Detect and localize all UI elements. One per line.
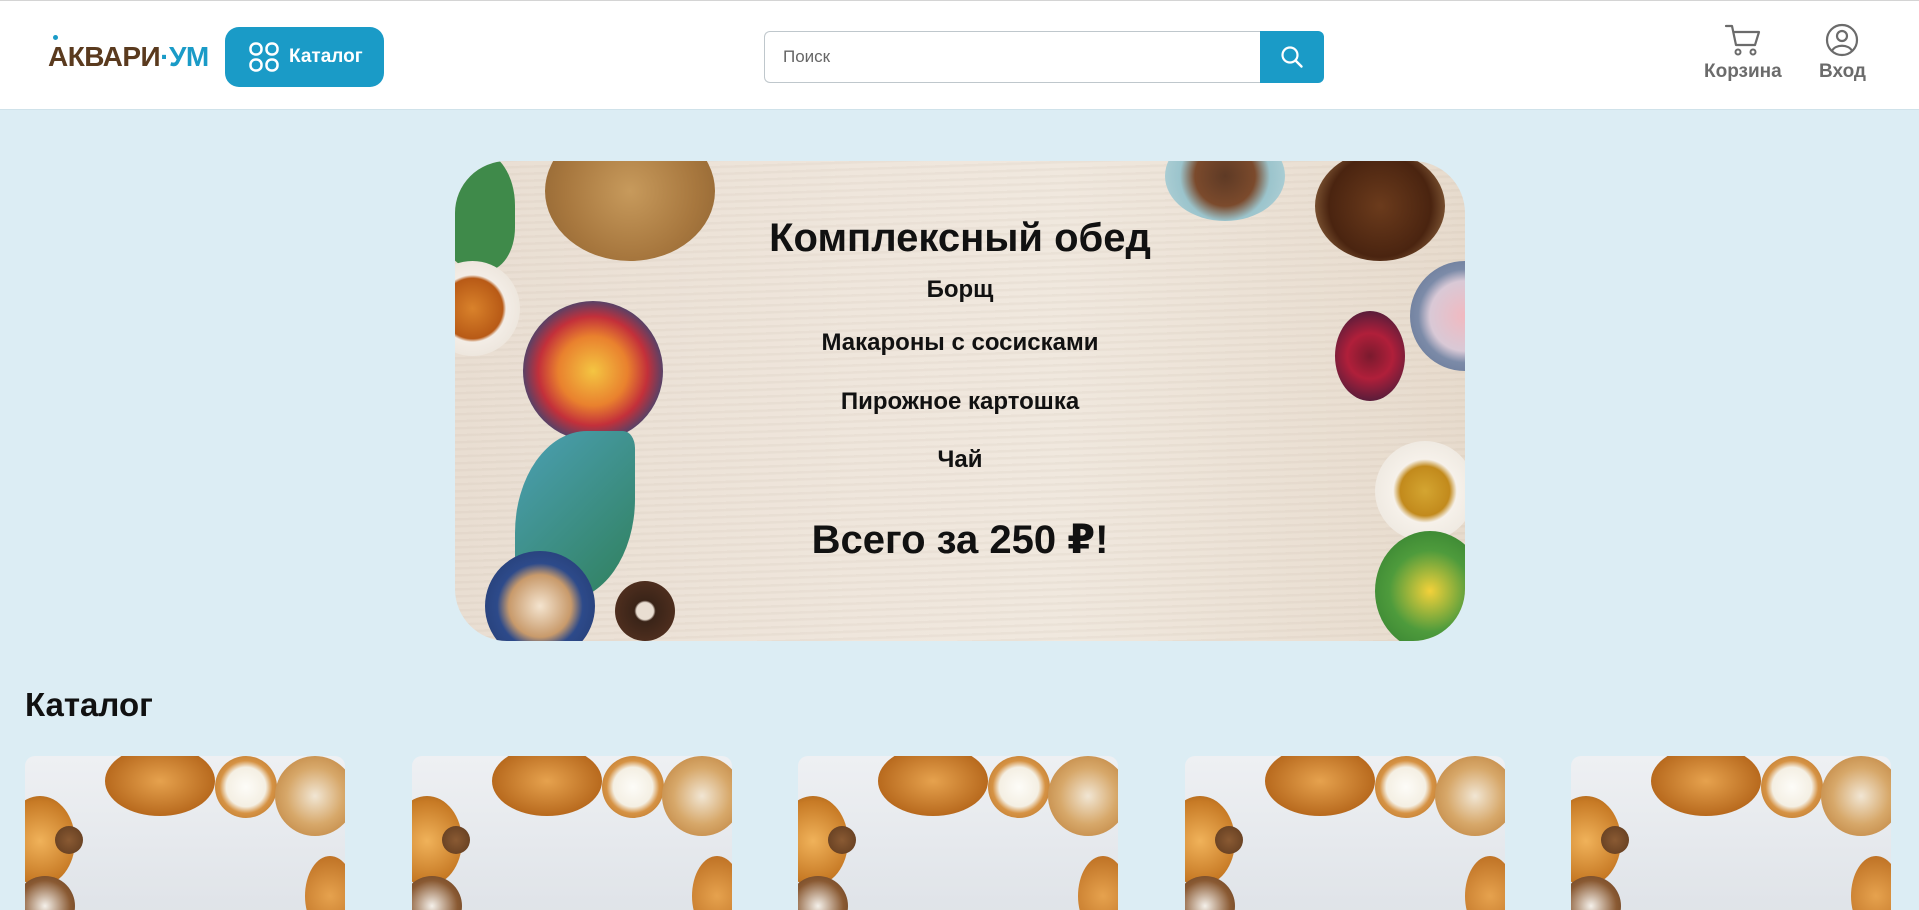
croissant-side-image [305, 856, 345, 910]
powdered-pastry-image [25, 876, 75, 910]
user-icon [1826, 23, 1859, 57]
pine-cone-image [1215, 826, 1243, 854]
pine-cone-image [1601, 826, 1629, 854]
fruit-bowl-decoration [523, 301, 663, 441]
cream-puff-image [1375, 756, 1437, 818]
powdered-pastry-image [1571, 876, 1621, 910]
catalog-button[interactable]: Каталог [225, 27, 384, 87]
logo-text-accent: ·УМ [160, 41, 209, 72]
menu-item-pasta: Макароны с сосисками [821, 329, 1099, 356]
logo-dot [53, 35, 58, 40]
cream-puff-image [602, 756, 664, 818]
croissant-side-image [1078, 856, 1118, 910]
search-icon [1281, 46, 1303, 68]
croissant-image [1651, 756, 1761, 816]
croissant-side-image [1851, 856, 1891, 910]
pine-cone-image [55, 826, 83, 854]
cart-icon [1724, 24, 1760, 56]
product-card[interactable] [25, 756, 345, 910]
search-button[interactable] [1260, 31, 1324, 83]
product-card[interactable] [1571, 756, 1891, 910]
product-card[interactable] [1185, 756, 1505, 910]
croissant-image [1265, 756, 1375, 816]
product-card[interactable] [798, 756, 1118, 910]
sugar-bun-image [1048, 756, 1118, 836]
logo[interactable]: АКВАРИ·УМ [48, 35, 209, 73]
login-label: Вход [1819, 61, 1866, 82]
promo-banner[interactable]: Комплексный обед Борщ Макароны с сосиска… [455, 161, 1465, 641]
search-input[interactable] [764, 31, 1261, 83]
donut-decoration [615, 581, 675, 641]
croissant-image [105, 756, 215, 816]
sugar-bun-image [662, 756, 732, 836]
catalog-section-title: Каталог [25, 686, 153, 723]
cream-puff-image [215, 756, 277, 818]
cart-button[interactable]: Корзина [1704, 23, 1782, 83]
product-card[interactable] [412, 756, 732, 910]
menu-item-dessert: Пирожное картошка [840, 388, 1080, 415]
sugar-bun-image [1821, 756, 1891, 836]
croissant-side-image [1465, 856, 1505, 910]
pine-cone-image [828, 826, 856, 854]
sugar-bun-image [275, 756, 345, 836]
cake-plate-decoration [1165, 161, 1285, 221]
site-header: АКВАРИ·УМ Каталог Корзина [0, 0, 1919, 110]
banner-price: Всего за 250 ₽! [811, 518, 1109, 562]
pine-cone-image [442, 826, 470, 854]
search-bar [764, 31, 1324, 83]
catalog-button-label: Каталог [289, 46, 363, 67]
powdered-pastry-image [412, 876, 462, 910]
banner-title: Комплексный обед [769, 216, 1151, 260]
login-button[interactable]: Вход [1819, 23, 1866, 83]
logo-text-main: АКВАРИ [48, 41, 161, 72]
croissant-image [878, 756, 988, 816]
cart-label: Корзина [1704, 61, 1782, 82]
cream-puff-image [1761, 756, 1823, 818]
powdered-pastry-image [1185, 876, 1235, 910]
croissant-side-image [692, 856, 732, 910]
menu-item-borscht: Борщ [926, 276, 994, 303]
sugar-bun-image [1435, 756, 1505, 836]
grid-icon [249, 42, 279, 72]
powdered-pastry-image [798, 876, 848, 910]
croissant-image [492, 756, 602, 816]
menu-item-tea: Чай [937, 446, 983, 473]
cream-puff-image [988, 756, 1050, 818]
